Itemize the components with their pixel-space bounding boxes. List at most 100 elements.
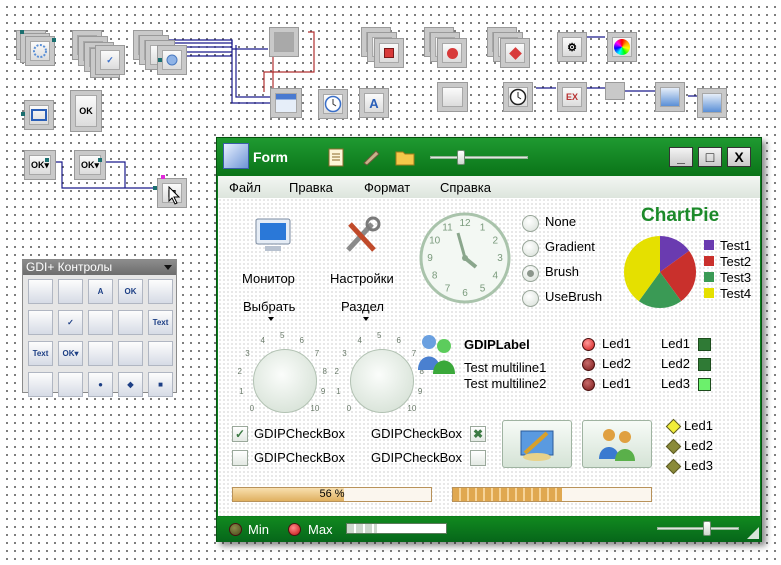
radio-none[interactable] — [522, 215, 539, 232]
pie-chart — [624, 236, 696, 308]
canvas-node-panel[interactable] — [269, 27, 299, 57]
folder-icon[interactable] — [395, 147, 415, 167]
palette-cell[interactable] — [88, 310, 113, 335]
canvas-node-window[interactable] — [24, 100, 54, 130]
canvas-node-panel3[interactable] — [655, 82, 685, 112]
palette-cell[interactable] — [118, 310, 143, 335]
users-button[interactable] — [582, 420, 652, 468]
canvas-node-ex[interactable]: EX — [557, 82, 587, 112]
clock-number: 8 — [432, 271, 438, 282]
menu-edit[interactable]: Правка — [289, 180, 333, 195]
knob-tick-label: 7 — [314, 348, 320, 358]
checkbox-label: GDIPCheckBox — [254, 450, 346, 465]
palette-cell[interactable]: OK▾ — [58, 341, 83, 366]
palette-cell[interactable]: Text — [28, 341, 53, 366]
canvas-node-panel4[interactable] — [697, 88, 727, 118]
canvas-node-tree[interactable]: ⚙ — [557, 32, 587, 62]
clock-number: 5 — [480, 283, 486, 294]
max-led — [288, 523, 301, 536]
palette-cell[interactable] — [58, 372, 83, 397]
checkbox-label: GDIPCheckBox — [371, 450, 463, 465]
canvas-node-ok-dropdown-1[interactable]: OK▾ — [24, 150, 56, 180]
canvas-node-ok[interactable]: OK — [70, 90, 102, 132]
min-led — [229, 523, 242, 536]
canvas-node-panel2[interactable] — [437, 82, 468, 112]
red-led — [582, 378, 595, 391]
knob-tick-label: 9 — [320, 387, 326, 397]
checkbox[interactable] — [232, 450, 248, 466]
legend-swatch — [704, 272, 714, 282]
close-button[interactable]: X — [727, 147, 751, 167]
radio-label: None — [545, 214, 577, 229]
palette-cell[interactable] — [148, 341, 173, 366]
checkbox[interactable]: ✓ — [232, 426, 248, 442]
palette-cell[interactable] — [58, 279, 83, 304]
settings-label: Настройки — [330, 271, 394, 286]
button-icon: OK — [75, 95, 97, 127]
palette-cell[interactable]: ■ — [148, 372, 173, 397]
knob-tick-label: 5 — [377, 331, 382, 340]
palette-cell[interactable]: A — [88, 279, 113, 304]
palette-cell[interactable] — [88, 341, 113, 366]
progress-bar-percent: 56 % — [232, 487, 432, 502]
radio-label: UseBrush — [545, 289, 603, 304]
rotary-knob[interactable] — [253, 349, 317, 413]
canvas-node-form[interactable] — [270, 88, 302, 118]
palette-cell[interactable]: OK — [118, 279, 143, 304]
notepad-icon[interactable] — [326, 147, 346, 167]
monitor-icon[interactable] — [253, 216, 293, 256]
radio-usebrush[interactable] — [522, 290, 539, 307]
palette-cell[interactable]: Text — [148, 310, 173, 335]
led-label: Led1 — [661, 336, 690, 351]
clock-number: 11 — [442, 223, 453, 234]
palette-title-text: GDI+ Контролы — [26, 260, 113, 274]
diamond-led — [665, 418, 682, 435]
palette-cell[interactable] — [28, 310, 53, 335]
settings-icon[interactable] — [342, 216, 382, 256]
palette-title[interactable]: GDI+ Контролы — [23, 260, 176, 275]
status-trackbar-thumb[interactable] — [703, 521, 711, 536]
checkbox[interactable]: ✖ — [470, 426, 486, 442]
menu-bar: Файл Правка Формат Справка — [218, 176, 760, 198]
form-titlebar[interactable]: Form _ □ X — [217, 138, 761, 176]
minimize-button[interactable]: _ — [669, 147, 693, 167]
dropdown-section[interactable]: Раздел — [341, 299, 384, 314]
palette-cell[interactable]: ✓ — [58, 310, 83, 335]
checkbox[interactable] — [470, 450, 486, 466]
palette-cell[interactable]: ● — [88, 372, 113, 397]
title-trackbar-thumb[interactable] — [457, 150, 465, 165]
palette-cell[interactable] — [28, 372, 53, 397]
form-app-icon — [223, 143, 249, 169]
knob-tick-label: 0 — [346, 404, 352, 414]
chevron-down-icon[interactable] — [164, 265, 172, 270]
knob-tick-label: 3 — [245, 348, 250, 358]
palette-cell[interactable]: ◆ — [118, 372, 143, 397]
canvas-node-colorwheel[interactable] — [607, 32, 637, 62]
menu-file[interactable]: Файл — [229, 180, 261, 195]
title-trackbar[interactable] — [430, 156, 528, 159]
canvas-node-small[interactable] — [605, 82, 625, 100]
resize-grip[interactable] — [747, 527, 759, 539]
menu-format[interactable]: Формат — [364, 180, 410, 195]
green-led — [698, 358, 711, 371]
dropdown-select[interactable]: Выбрать — [243, 299, 295, 314]
palette-cell[interactable] — [148, 279, 173, 304]
palette-cell[interactable] — [118, 341, 143, 366]
rotary-knob[interactable] — [350, 349, 414, 413]
menu-help[interactable]: Справка — [440, 180, 491, 195]
gdi-controls-palette[interactable]: GDI+ Контролы A OK ✓ Text Text OK▾ ● ◆ ■ — [22, 259, 177, 397]
chevron-down-icon[interactable] — [268, 317, 274, 321]
radio-gradient[interactable] — [522, 240, 539, 257]
knob-tick-label: 6 — [299, 335, 304, 345]
canvas-node-label[interactable]: A — [359, 88, 389, 118]
canvas-node-clock2[interactable] — [503, 82, 533, 112]
paint-button[interactable] — [502, 420, 572, 468]
radio-brush[interactable] — [522, 265, 539, 282]
status-trackbar[interactable] — [657, 527, 739, 530]
tools-icon[interactable] — [361, 147, 381, 167]
palette-cell[interactable] — [28, 279, 53, 304]
maximize-button[interactable]: □ — [698, 147, 722, 167]
canvas-node-clock[interactable] — [318, 89, 348, 119]
chevron-down-icon[interactable] — [363, 317, 369, 321]
canvas-node-ok-dropdown-2[interactable]: OK▾ — [74, 150, 106, 180]
